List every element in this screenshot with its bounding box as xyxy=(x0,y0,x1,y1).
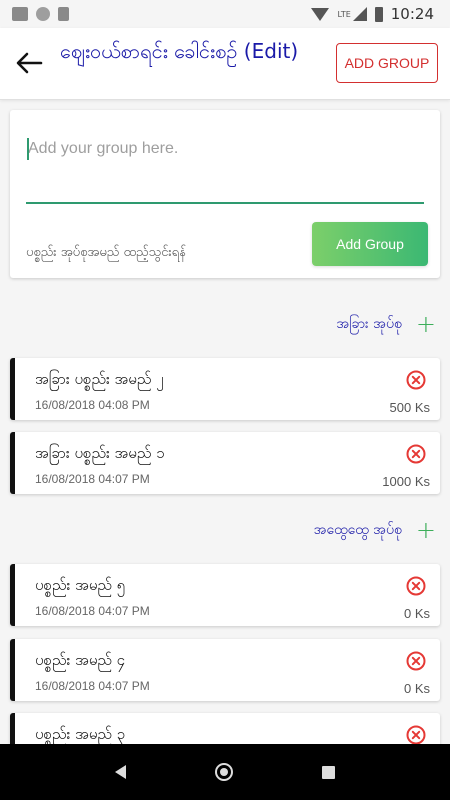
wifi-icon xyxy=(311,7,330,21)
item-date: 16/08/2018 04:08 PM xyxy=(35,398,150,412)
battery-icon xyxy=(374,6,383,22)
section-title: အခြား အုပ်စု xyxy=(336,315,402,332)
item-date: 16/08/2018 04:07 PM xyxy=(35,604,150,618)
gmail-icon xyxy=(12,7,28,21)
list-item[interactable]: အခြား ပစ္စည်း အမည် ၁ 16/08/2018 04:07 PM… xyxy=(10,432,440,494)
item-amount: 1000 Ks xyxy=(382,474,430,489)
list-item[interactable]: ပစ္စည်း အမည် ၅ 16/08/2018 04:07 PM 0 Ks xyxy=(10,564,440,626)
section-header: အထွေထွေ အုပ်စု + xyxy=(314,518,436,542)
item-date: 16/08/2018 04:07 PM xyxy=(35,472,150,486)
item-name: ပစ္စည်း အမည် ၄ xyxy=(35,651,126,669)
app-bar: ဈေးဝယ်စာရင်း ခေါင်းစဉ် (Edit) ADD GROUP xyxy=(0,28,450,100)
item-amount: 0 Ks xyxy=(403,606,430,621)
text-cursor xyxy=(27,138,29,160)
close-circle-icon[interactable] xyxy=(406,725,426,745)
clock: 10:24 xyxy=(390,5,434,23)
item-amount: 500 Ks xyxy=(389,400,430,415)
network-type: LTE xyxy=(337,9,351,19)
page-title: ဈေးဝယ်စာရင်း ခေါင်းစဉ် (Edit) xyxy=(60,39,299,63)
nav-recents-icon[interactable] xyxy=(322,765,336,779)
sd-card-icon xyxy=(58,7,69,21)
section-title: အထွေထွေ အုပ်စု xyxy=(313,521,402,538)
close-circle-icon[interactable] xyxy=(406,651,426,671)
close-circle-icon[interactable] xyxy=(406,576,426,596)
close-circle-icon[interactable] xyxy=(406,370,426,390)
notification-dot-icon xyxy=(36,7,50,21)
add-group-card: ပစ္စည်း အုပ်စုအမည် ထည့်သွင်းရန် Add Grou… xyxy=(10,110,440,278)
list-item[interactable]: ပစ္စည်း အမည် ၄ 16/08/2018 04:07 PM 0 Ks xyxy=(10,639,440,701)
input-hint: ပစ္စည်း အုပ်စုအမည် ထည့်သွင်းရန် xyxy=(26,245,186,260)
item-name: အခြား ပစ္စည်း အမည် ၂ xyxy=(35,370,164,388)
plus-icon[interactable]: + xyxy=(416,518,436,542)
add-group-button[interactable]: ADD GROUP xyxy=(336,43,438,83)
item-name: အခြား ပစ္စည်း အမည် ၁ xyxy=(35,444,165,462)
input-underline xyxy=(26,202,424,204)
group-name-input[interactable] xyxy=(26,134,424,164)
add-group-submit-button[interactable]: Add Group xyxy=(312,222,428,266)
status-bar: LTE 10:24 xyxy=(0,0,450,28)
nav-home-icon[interactable] xyxy=(214,763,233,781)
item-amount: 0 Ks xyxy=(403,681,430,696)
plus-icon[interactable]: + xyxy=(416,312,436,336)
item-date: 16/08/2018 04:07 PM xyxy=(35,679,150,693)
nav-back-icon[interactable] xyxy=(114,765,126,779)
item-name: ပစ္စည်း အမည် ၅ xyxy=(35,576,126,594)
close-circle-icon[interactable] xyxy=(406,444,426,464)
section-header: အခြား အုပ်စု + xyxy=(336,312,436,336)
arrow-left-icon[interactable] xyxy=(14,50,44,76)
signal-icon xyxy=(352,7,367,21)
system-nav-bar xyxy=(0,744,450,800)
list-item[interactable]: အခြား ပစ္စည်း အမည် ၂ 16/08/2018 04:08 PM… xyxy=(10,358,440,420)
